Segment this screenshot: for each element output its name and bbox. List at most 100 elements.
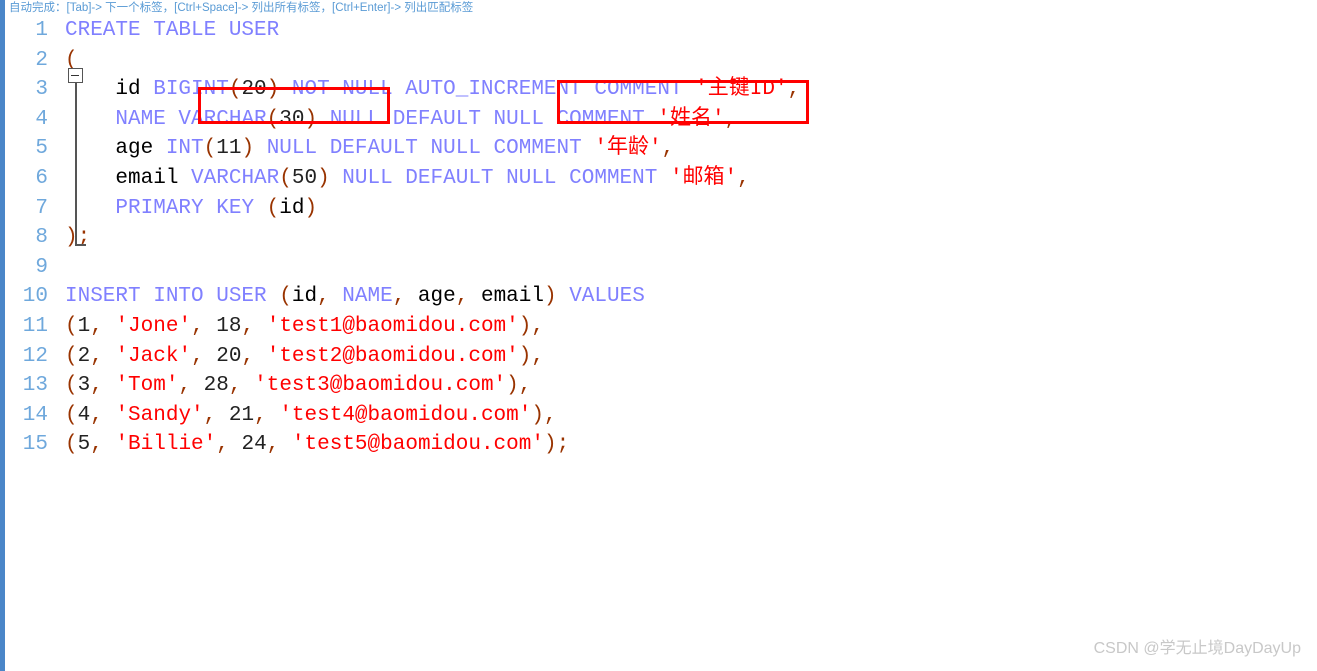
code-token: age <box>65 137 166 161</box>
code-line[interactable]: 15 (5, 'Billie', 24, 'test5@baomidou.com'… <box>5 430 1317 460</box>
code-token: 'test3@baomidou.com' <box>254 374 507 398</box>
code-token: NULL DEFAULT NULL COMMENT <box>329 107 658 131</box>
code-line[interactable]: 5 age INT(11) NULL DEFAULT NULL COMMENT … <box>5 134 1317 164</box>
code-line-text[interactable]: id BIGINT(20) NOT NULL AUTO_INCREMENT CO… <box>65 75 800 105</box>
code-line[interactable]: 4 NAME VARCHAR(30) NULL DEFAULT NULL COM… <box>5 105 1317 135</box>
code-line-text[interactable]: (1, 'Jone', 18, 'test1@baomidou.com'), <box>65 312 544 342</box>
code-token: , <box>90 403 103 427</box>
code-token: , <box>228 374 242 398</box>
code-token: , <box>254 403 267 427</box>
code-token: , <box>90 344 103 368</box>
code-token: BIGINT <box>153 78 229 102</box>
code-token: ), <box>518 314 544 338</box>
code-token: 2 <box>77 344 91 368</box>
code-token: ) <box>266 78 280 102</box>
code-token: , <box>455 285 469 309</box>
code-line-list[interactable]: 1 CREATE TABLE USER 2(3 id BIGINT(20) NOT … <box>5 16 1317 460</box>
code-line[interactable]: 7 PRIMARY KEY (id) <box>5 194 1317 224</box>
line-number: 10 <box>22 285 48 309</box>
code-line-text[interactable]: age INT(11) NULL DEFAULT NULL COMMENT '年… <box>65 134 674 164</box>
code-token: 5 <box>77 433 91 457</box>
code-token: ), <box>518 344 544 368</box>
code-line[interactable]: 10 INSERT INTO USER (id, NAME, age, email… <box>5 282 1317 312</box>
code-token: '年龄' <box>594 137 662 161</box>
code-line[interactable]: 11 (1, 'Jone', 18, 'test1@baomidou.com'), <box>5 312 1317 342</box>
code-token: '主键ID' <box>695 78 788 102</box>
code-token: ) <box>241 137 255 161</box>
code-token: 'test2@baomidou.com' <box>266 344 519 368</box>
code-token: NULL DEFAULT NULL COMMENT <box>342 166 670 190</box>
code-token: 'Billie' <box>115 433 217 457</box>
sql-code-editor[interactable]: 1 CREATE TABLE USER 2(3 id BIGINT(20) NOT … <box>5 16 1317 671</box>
code-line-text[interactable]: (4, 'Sandy', 21, 'test4@baomidou.com'), <box>65 401 557 431</box>
fold-range-line <box>75 83 77 245</box>
code-token: INSERT INTO USER <box>65 285 280 309</box>
autocomplete-hint-bar: 自动完成：[Tab]-> 下一个标签，[Ctrl+Space]-> 列出所有标签… <box>5 0 1317 16</box>
code-line-text[interactable]: NAME VARCHAR(30) NULL DEFAULT NULL COMME… <box>65 105 737 135</box>
code-token: ), <box>531 403 557 427</box>
code-line-text[interactable]: ); <box>65 223 90 253</box>
code-line[interactable]: 9 <box>5 253 1317 283</box>
code-token: 20 <box>216 344 242 368</box>
code-token: NOT NULL AUTO_INCREMENT COMMENT <box>291 78 696 102</box>
code-token: 'Sandy' <box>115 403 204 427</box>
code-line[interactable]: 6 email VARCHAR(50) NULL DEFAULT NULL CO… <box>5 164 1317 194</box>
code-line[interactable]: 8); <box>5 223 1317 253</box>
line-number: 2 <box>35 48 48 72</box>
code-token: 'Jack' <box>115 344 192 368</box>
code-token: NULL DEFAULT NULL COMMENT <box>266 137 595 161</box>
code-token: ( <box>266 196 280 220</box>
code-line[interactable]: 1 CREATE TABLE USER <box>5 16 1317 46</box>
code-token: ( <box>228 78 242 102</box>
code-token: ( <box>266 107 280 131</box>
code-line-text[interactable]: PRIMARY KEY (id) <box>65 194 317 224</box>
code-line-text[interactable]: INSERT INTO USER (id, NAME, age, email) … <box>65 282 645 312</box>
code-line-text[interactable]: email VARCHAR(50) NULL DEFAULT NULL COMM… <box>65 164 749 194</box>
code-line-text[interactable]: (3, 'Tom', 28, 'test3@baomidou.com'), <box>65 371 531 401</box>
code-token: 18 <box>216 314 242 338</box>
line-number: 13 <box>22 374 48 398</box>
code-token: email <box>65 166 192 190</box>
code-token: , <box>241 344 255 368</box>
code-token: , <box>392 285 406 309</box>
code-token: ) <box>304 196 318 220</box>
code-token: age <box>405 285 456 309</box>
code-token: ( <box>65 374 78 398</box>
code-token: , <box>216 433 229 457</box>
code-line[interactable]: 3 id BIGINT(20) NOT NULL AUTO_INCREMENT … <box>5 75 1317 105</box>
line-number: 12 <box>22 344 48 368</box>
line-number: 3 <box>35 78 48 102</box>
code-token: ( <box>279 166 292 190</box>
code-line[interactable]: 2( <box>5 46 1317 76</box>
code-line[interactable]: 12 (2, 'Jack', 20, 'test2@baomidou.com'), <box>5 342 1317 372</box>
code-token: ( <box>65 344 78 368</box>
code-token: '邮箱' <box>669 166 738 190</box>
code-token: 21 <box>228 403 255 427</box>
code-token: 3 <box>77 374 91 398</box>
code-line[interactable]: 13 (3, 'Tom', 28, 'test3@baomidou.com'), <box>5 371 1317 401</box>
code-line[interactable]: 14 (4, 'Sandy', 21, 'test4@baomidou.com')… <box>5 401 1317 431</box>
line-number: 5 <box>35 137 48 161</box>
line-number: 9 <box>35 255 48 279</box>
code-line-text[interactable]: (5, 'Billie', 24, 'test5@baomidou.com'); <box>65 430 569 460</box>
fold-collapse-icon[interactable] <box>68 68 83 83</box>
code-token: 'test4@baomidou.com' <box>279 403 532 427</box>
code-token: 50 <box>291 166 318 190</box>
code-token: ) <box>317 166 330 190</box>
code-token: 'test5@baomidou.com' <box>291 433 544 457</box>
code-line-text[interactable]: CREATE TABLE USER <box>65 16 279 46</box>
code-line-text[interactable]: (2, 'Jack', 20, 'test2@baomidou.com'), <box>65 342 544 372</box>
code-token: 'test1@baomidou.com' <box>266 314 519 338</box>
line-number: 15 <box>22 433 48 457</box>
